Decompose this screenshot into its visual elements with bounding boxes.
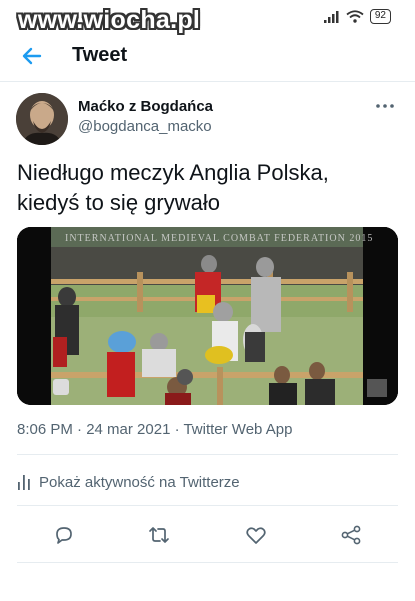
- wifi-icon: [346, 10, 364, 23]
- status-icons: 92: [323, 9, 391, 24]
- avatar-image: [16, 93, 68, 145]
- back-button[interactable]: [18, 42, 46, 70]
- share-icon: [341, 525, 361, 545]
- user-handle[interactable]: @bogdanca_macko: [78, 118, 212, 135]
- avatar[interactable]: [16, 93, 68, 145]
- heart-icon: [246, 527, 266, 544]
- reply-icon: [56, 527, 72, 544]
- tweet-timestamp: 8:06 PM · 24 mar 2021 · Twitter Web App: [17, 421, 293, 438]
- share-button[interactable]: [336, 520, 366, 550]
- tweet-video[interactable]: INTERNATIONAL MEDIEVAL COMBAT FEDERATION…: [17, 227, 398, 405]
- activity-label: Pokaż aktywność na Twitterze: [39, 473, 240, 491]
- divider: [17, 505, 398, 506]
- battery-indicator: 92: [369, 9, 391, 24]
- more-options-button[interactable]: [373, 96, 397, 116]
- video-overlay-text: INTERNATIONAL MEDIEVAL COMBAT FEDERATION…: [65, 233, 374, 244]
- arrow-left-icon: [22, 47, 42, 65]
- more-dots-icon: [376, 104, 394, 108]
- video-frame: [17, 227, 398, 405]
- page-title: Tweet: [72, 44, 128, 66]
- retweet-button[interactable]: [144, 520, 174, 550]
- retweet-icon: [149, 527, 169, 543]
- display-name[interactable]: Maćko z Bogdańca: [78, 98, 213, 115]
- view-activity-link[interactable]: Pokaż aktywność na Twitterze: [17, 472, 240, 492]
- reply-button[interactable]: [49, 520, 79, 550]
- divider: [17, 454, 398, 455]
- bar-chart-icon: [18, 475, 30, 490]
- signal-icon: [323, 10, 339, 23]
- tweet-actions: [0, 520, 415, 550]
- tweet-text: Niedługo meczyk Anglia Polska, kiedyś to…: [17, 160, 329, 215]
- header: Tweet: [0, 30, 415, 82]
- divider: [17, 562, 398, 563]
- like-button[interactable]: [241, 520, 271, 550]
